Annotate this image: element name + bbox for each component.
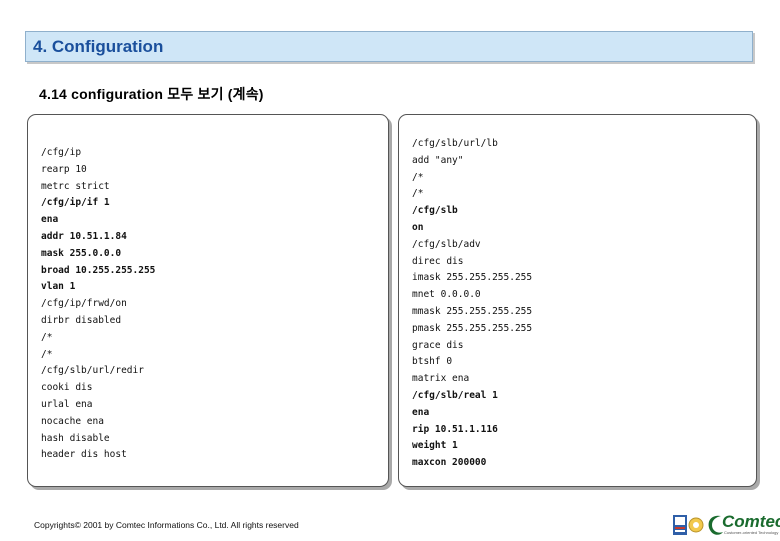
config-line: /cfg/slb	[412, 205, 458, 217]
config-line: grace dis	[412, 339, 464, 351]
config-line: mask 255.0.0.0	[41, 247, 122, 259]
comtec-wordmark: Comtec	[722, 512, 780, 531]
config-line: /cfg/ip/frwd/on	[41, 298, 127, 310]
comtec-tagline: Customer-oriented Technology	[724, 530, 779, 535]
page-title: 4. Configuration	[33, 37, 164, 56]
config-line: /cfg/slb/real 1	[412, 390, 498, 401]
config-line: header dis host	[41, 449, 127, 461]
config-panel-left: /cfg/ip rearp 10 metrc strict/cfg/ip/if 1 e…	[27, 114, 389, 487]
config-line: /*	[412, 188, 424, 200]
config-line: rearp 10	[41, 163, 87, 175]
config-line: pmask 255.255.255.255	[412, 322, 533, 334]
config-line: maxcon 200000	[412, 457, 487, 469]
config-line: imask 255.255.255.255	[412, 272, 533, 284]
config-line: weight 1	[412, 440, 458, 452]
section-subtitle: 4.14 configuration 모두 보기 (계속)	[39, 86, 264, 102]
config-line: btshf 0	[412, 356, 453, 368]
config-line: /cfg/ip/if 1	[41, 197, 110, 209]
title-bar: 4. Configuration	[25, 31, 753, 62]
config-line: ena	[41, 214, 59, 226]
config-line: /cfg/slb/adv	[412, 238, 481, 250]
config-line: /cfg/slb/url/redir	[41, 365, 144, 377]
certification-logo-icon	[672, 514, 704, 536]
copyright-footer: Copyrights© 2001 by Comtec Informations …	[34, 520, 299, 530]
config-line: ena	[412, 406, 430, 418]
config-line: metrc strict	[41, 180, 110, 192]
config-line: /cfg/slb/url/lb	[412, 138, 498, 149]
config-line: add "any"	[412, 154, 464, 166]
config-line: rip 10.51.1.116	[412, 423, 498, 435]
config-line: direc dis	[412, 255, 464, 267]
config-line: on	[412, 222, 424, 233]
config-line: cooki dis	[41, 382, 93, 394]
config-panel-right: /cfg/slb/url/lb add "any" /* /* /cfg/slb on/c…	[398, 114, 757, 487]
config-line: /cfg/ip	[41, 147, 82, 158]
config-line: /*	[41, 348, 53, 360]
config-line: hash disable	[41, 432, 110, 444]
config-line: mnet 0.0.0.0	[412, 289, 481, 301]
config-line: nocache ena	[41, 415, 104, 427]
config-line: addr 10.51.1.84	[41, 231, 127, 242]
comtec-logo: Comtec Customer-oriented Technology	[706, 512, 780, 538]
config-line: urlal ena	[41, 399, 93, 410]
config-line: /*	[412, 171, 424, 183]
config-line: dirbr disabled	[41, 315, 122, 326]
config-line: vlan 1	[41, 281, 76, 293]
config-line: broad 10.255.255.255	[41, 264, 156, 276]
config-line: /*	[41, 331, 53, 343]
config-line: mmask 255.255.255.255	[412, 306, 533, 317]
config-line: matrix ena	[412, 373, 470, 385]
